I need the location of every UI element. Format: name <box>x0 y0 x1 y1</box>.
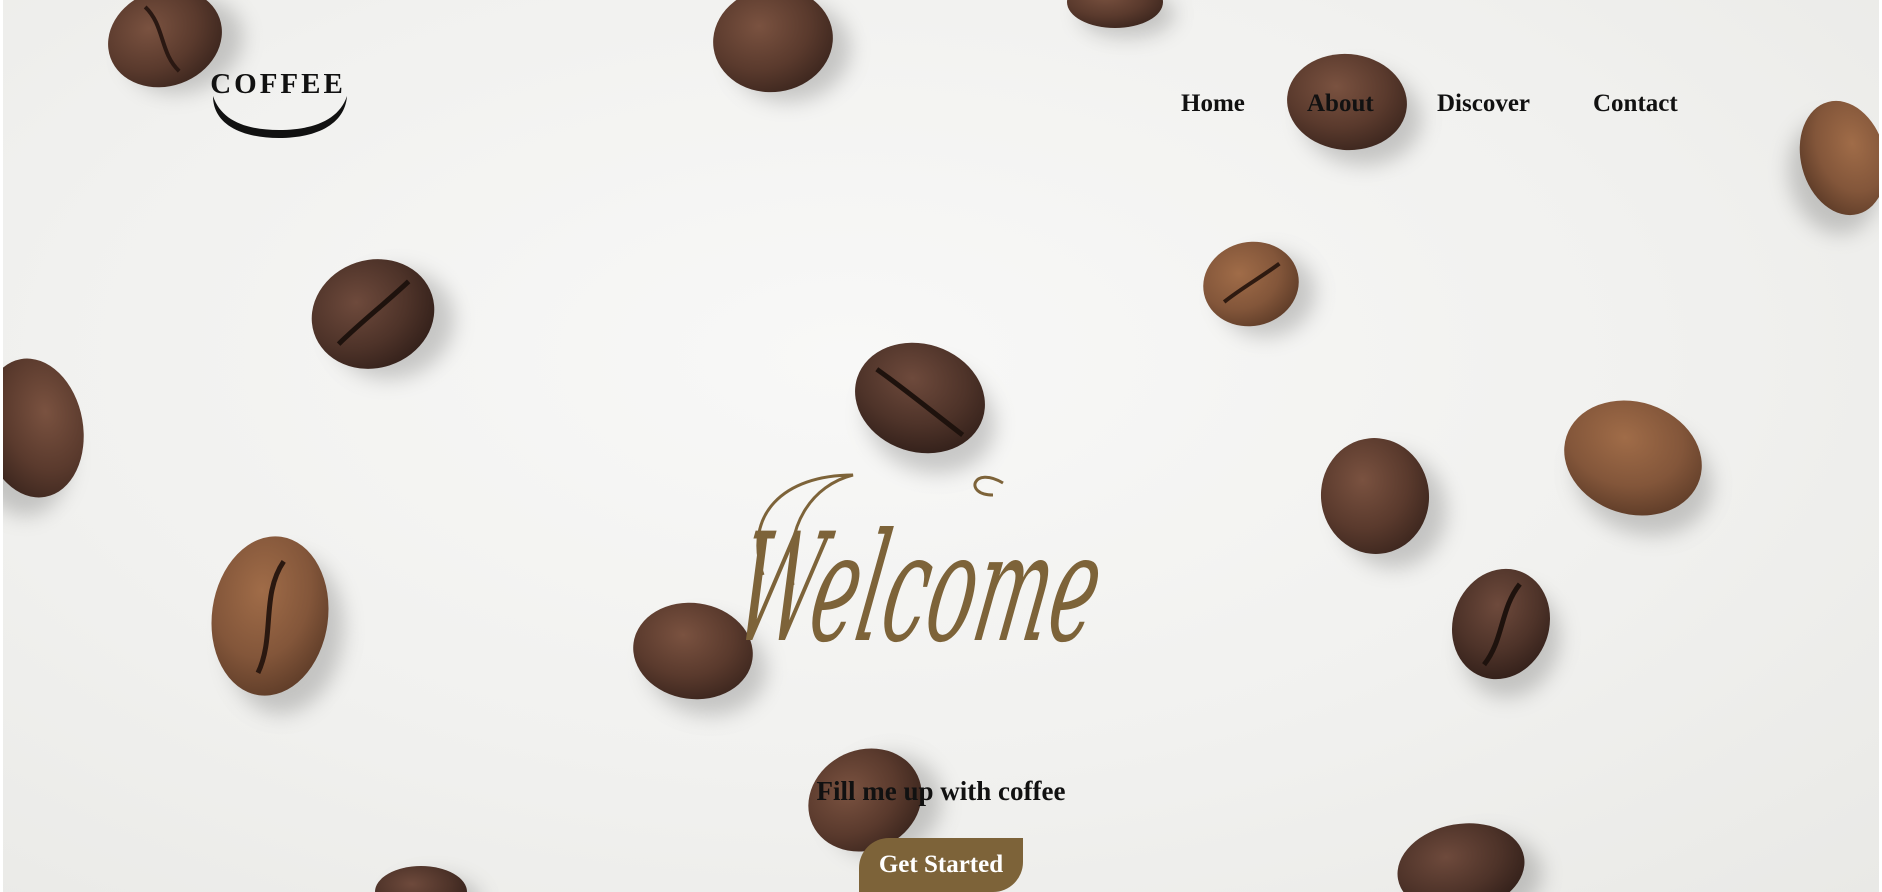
hero-tagline: Fill me up with coffee <box>816 776 1066 806</box>
brand-logo[interactable]: COFFEE <box>208 68 348 144</box>
coffee-bean <box>211 536 345 714</box>
coffee-bean <box>311 259 455 380</box>
coffee-bean <box>1397 823 1543 892</box>
welcome-text: Welcome <box>724 501 1115 676</box>
nav-home[interactable]: Home <box>1181 90 1245 118</box>
coffee-bean <box>1788 100 1879 235</box>
logo-swoosh-icon <box>213 96 347 138</box>
welcome-flourish <box>973 475 1004 497</box>
coffee-bean <box>713 0 851 102</box>
coffee-bean <box>3 358 84 517</box>
welcome-headline: Welcome <box>723 455 1183 676</box>
coffee-bean <box>1451 568 1561 698</box>
coffee-bean <box>1067 0 1175 38</box>
nav-about[interactable]: About <box>1307 90 1374 118</box>
coffee-bean <box>1203 241 1316 338</box>
coffee-bean <box>375 866 478 892</box>
nav-discover[interactable]: Discover <box>1437 90 1530 118</box>
nav-contact[interactable]: Contact <box>1593 90 1678 118</box>
coffee-bean <box>1564 400 1713 536</box>
get-started-button[interactable]: Get Started <box>859 838 1023 892</box>
hero-section: COFFEE Home About Discover Contact Welco… <box>3 0 1879 892</box>
coffee-bean <box>1320 438 1447 569</box>
